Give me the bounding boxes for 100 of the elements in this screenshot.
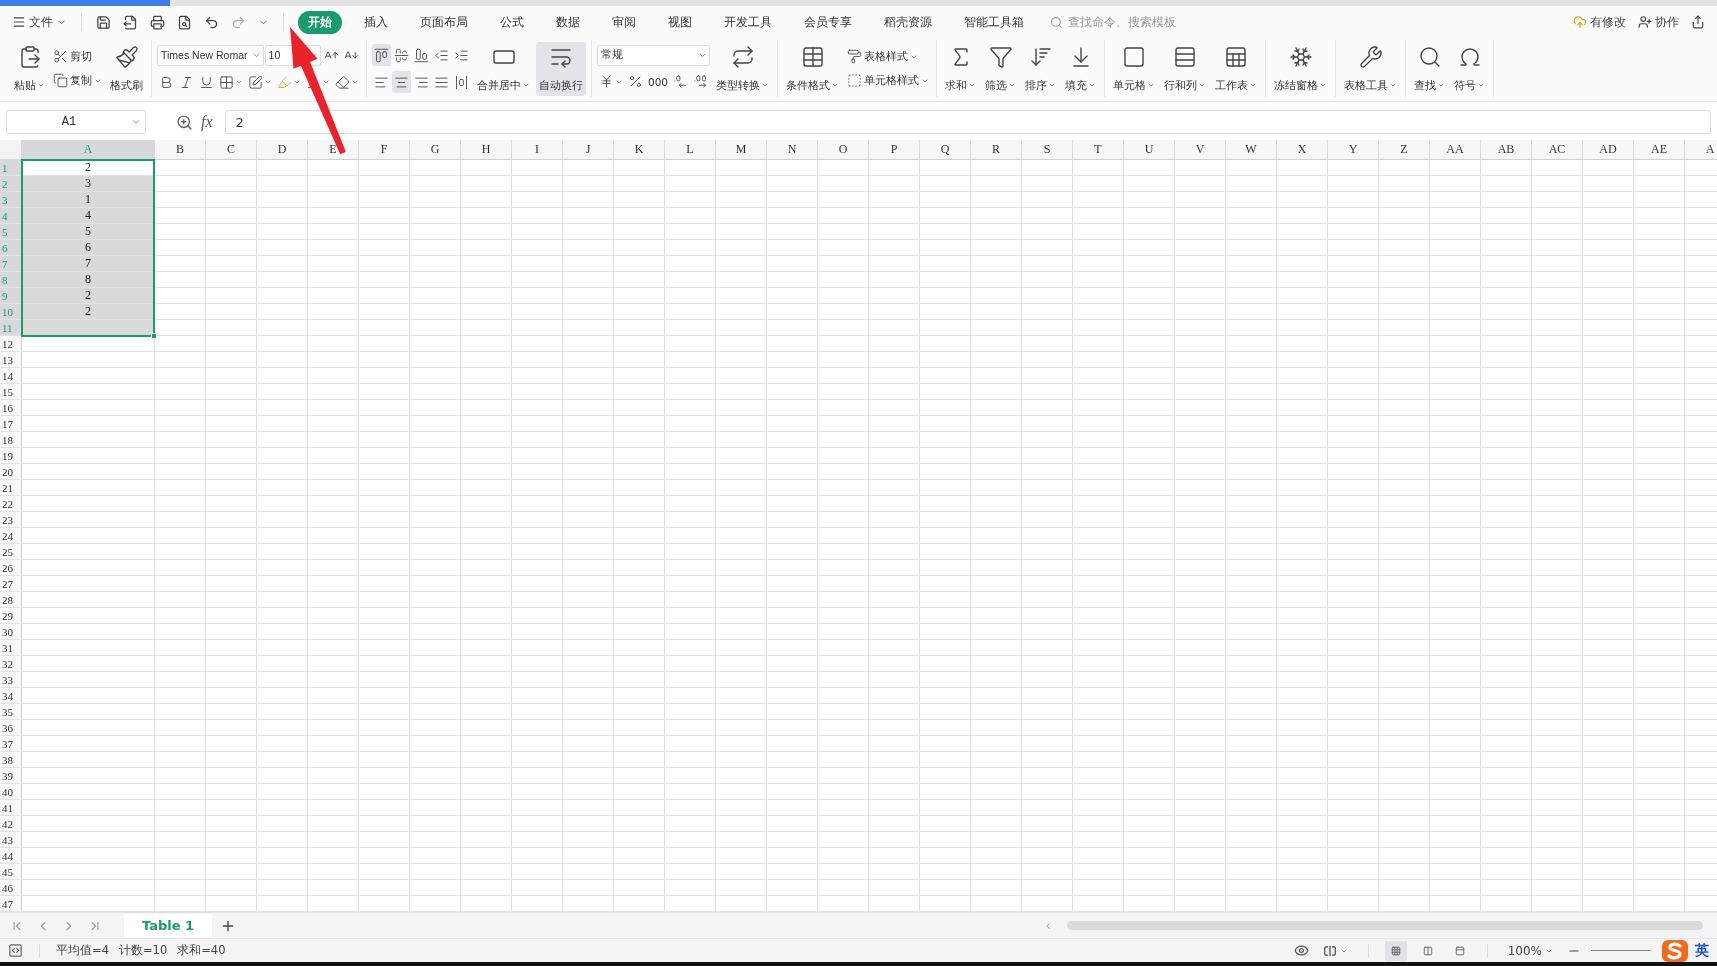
ribbon-button[interactable]: 排序 [1022, 41, 1060, 96]
row-header[interactable]: 32 [0, 656, 22, 672]
menu-tab[interactable]: 稻壳资源 [874, 10, 942, 34]
row-header[interactable]: 21 [0, 480, 22, 496]
row-header[interactable]: 24 [0, 528, 22, 544]
ribbon-button[interactable]: 求和 [942, 41, 980, 96]
menu-tab[interactable]: 审阅 [602, 10, 646, 34]
dropdown-field[interactable]: 常规 [597, 44, 711, 66]
row-header[interactable]: 31 [0, 640, 22, 656]
column-header[interactable]: D [257, 140, 308, 160]
row-header[interactable]: 13 [0, 352, 22, 368]
row-header[interactable]: 29 [0, 608, 22, 624]
ribbon-button[interactable]: 粘贴 [11, 41, 48, 96]
column-header[interactable]: H [461, 140, 512, 160]
tool-button[interactable]: 000 [646, 70, 671, 93]
file-menu[interactable]: 文件 [8, 10, 71, 34]
column-header[interactable]: A [1685, 140, 1717, 160]
row-header[interactable]: 34 [0, 688, 22, 704]
row-header[interactable]: 25 [0, 544, 22, 560]
column-header[interactable]: O [818, 140, 869, 160]
row-header[interactable]: 40 [0, 784, 22, 800]
menu-tab[interactable]: 会员专享 [794, 10, 862, 34]
input-mode-label[interactable]: 英 [1695, 941, 1709, 960]
menu-tab[interactable]: 页面布局 [410, 10, 478, 34]
row-header[interactable]: 15 [0, 384, 22, 400]
menu-tab[interactable]: 公式 [490, 10, 534, 34]
column-header[interactable]: S [1022, 140, 1073, 160]
search-field[interactable]: 查找命令、搜索模板 [1050, 14, 1216, 30]
column-header[interactable]: Z [1379, 140, 1430, 160]
sheet-tab[interactable]: Table 1 [124, 913, 213, 938]
ribbon-button[interactable]: 剪切 [51, 47, 94, 66]
menu-tab[interactable]: 数据 [546, 10, 590, 34]
column-header[interactable]: P [869, 140, 920, 160]
ribbon-button[interactable]: 行和列 [1161, 41, 1210, 96]
function-label[interactable]: fx [201, 113, 213, 131]
ribbon-button[interactable]: 自动换行 [536, 41, 586, 96]
row-header[interactable]: 27 [0, 576, 22, 592]
tool-button[interactable] [372, 44, 391, 66]
column-header[interactable]: AB [1481, 140, 1532, 160]
ribbon-button[interactable]: 表格样式 [845, 47, 921, 66]
column-header[interactable]: AD [1583, 140, 1634, 160]
column-header[interactable]: R [971, 140, 1022, 160]
column-header[interactable]: Y [1328, 140, 1379, 160]
ribbon-button[interactable]: 单元格样式 [845, 71, 932, 90]
macro-icon[interactable] [8, 943, 23, 958]
row-header[interactable]: 44 [0, 848, 22, 864]
row-header[interactable]: 28 [0, 592, 22, 608]
row-header[interactable]: 19 [0, 448, 22, 464]
collaborate-button[interactable]: 协作 [1634, 10, 1683, 34]
eye-icon[interactable] [1293, 943, 1309, 958]
row-header[interactable]: 23 [0, 512, 22, 528]
zoom-level-button[interactable]: 100% [1503, 940, 1557, 961]
column-header[interactable]: AE [1634, 140, 1685, 160]
row-header[interactable]: 39 [0, 768, 22, 784]
row-header[interactable]: 26 [0, 560, 22, 576]
ribbon-button[interactable]: 条件格式 [783, 41, 843, 96]
column-header[interactable]: AA [1430, 140, 1481, 160]
menu-tab[interactable]: 插入 [354, 10, 398, 34]
column-header[interactable]: E [308, 140, 359, 160]
column-header[interactable]: L [665, 140, 716, 160]
row-header[interactable]: 33 [0, 672, 22, 688]
row-header[interactable]: 43 [0, 832, 22, 848]
ribbon-button[interactable]: 筛选 [982, 41, 1020, 96]
row-header[interactable]: 41 [0, 800, 22, 816]
menu-tab[interactable]: 智能工具箱 [954, 10, 1034, 34]
row-header[interactable]: 17 [0, 416, 22, 432]
ribbon-button[interactable]: 类型转换 [713, 41, 773, 96]
column-header[interactable]: M [716, 140, 767, 160]
ribbon-button[interactable]: 查找 [1411, 41, 1449, 96]
column-header[interactable]: J [563, 140, 614, 160]
column-header[interactable]: X [1277, 140, 1328, 160]
row-header[interactable]: 12 [0, 336, 22, 352]
column-header[interactable]: F [359, 140, 410, 160]
column-header[interactable]: AC [1532, 140, 1583, 160]
column-header[interactable]: W [1226, 140, 1277, 160]
column-header[interactable]: B [155, 140, 206, 160]
row-header[interactable]: 47 [0, 896, 22, 912]
fill-handle[interactable] [151, 333, 157, 339]
ribbon-button[interactable]: 冻结窗格 [1271, 41, 1331, 96]
ribbon-button[interactable]: 工作表 [1212, 41, 1261, 96]
save-status-button[interactable]: 有修改 [1569, 10, 1630, 34]
column-header[interactable]: C [206, 140, 257, 160]
ribbon-button[interactable]: 复制 [51, 71, 104, 90]
ribbon-button[interactable]: 表格工具 [1341, 41, 1401, 96]
ribbon-button[interactable]: 合并居中 [474, 41, 533, 96]
column-header[interactable]: K [614, 140, 665, 160]
row-header[interactable]: 35 [0, 704, 22, 720]
column-header[interactable]: G [410, 140, 461, 160]
ribbon-button[interactable]: 格式刷 [107, 41, 146, 96]
column-header[interactable]: Q [920, 140, 971, 160]
menu-tab[interactable]: 开始 [298, 10, 342, 34]
row-header[interactable]: 45 [0, 864, 22, 880]
tool-button[interactable] [392, 71, 411, 93]
row-header[interactable]: 18 [0, 432, 22, 448]
column-header[interactable]: T [1073, 140, 1124, 160]
menu-tab[interactable]: 开发工具 [714, 10, 782, 34]
ribbon-button[interactable]: 符号 [1451, 41, 1489, 96]
row-header[interactable]: 22 [0, 496, 22, 512]
row-header[interactable]: 16 [0, 400, 22, 416]
row-header[interactable]: 30 [0, 624, 22, 640]
